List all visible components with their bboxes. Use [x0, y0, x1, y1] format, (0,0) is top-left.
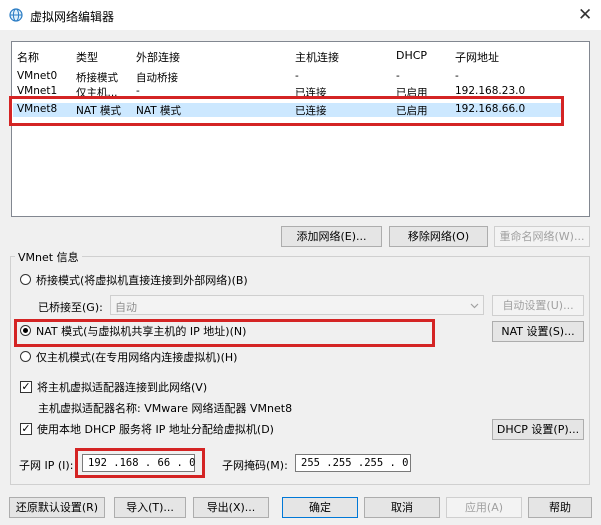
table-row-selected[interactable]: VMnet8 NAT 模式 NAT 模式 已连接 已启用 192.168.66.… — [13, 103, 563, 117]
dhcp-settings-button[interactable]: DHCP 设置(P)... — [492, 419, 584, 440]
apply-button[interactable]: 应用(A) — [446, 497, 522, 518]
cancel-button[interactable]: 取消 — [364, 497, 440, 518]
cell-external: - — [136, 85, 140, 97]
help-button[interactable]: 帮助 — [528, 497, 592, 518]
cell-type: NAT 模式 — [76, 105, 121, 117]
cell-host: 已连接 — [295, 87, 327, 99]
host-only-radio[interactable] — [20, 351, 31, 362]
nat-settings-button[interactable]: NAT 设置(S)... — [492, 321, 584, 342]
nat-radio[interactable] — [20, 325, 31, 336]
column-header-name[interactable]: 名称 — [17, 49, 39, 65]
cell-subnet: 192.168.23.0 — [455, 85, 526, 97]
adapter-name-text: 主机虚拟适配器名称: VMware 网络适配器 VMnet8 — [38, 402, 293, 415]
subnet-mask-label: 子网掩码(M): — [222, 459, 288, 472]
window-title: 虚拟网络编辑器 — [30, 10, 115, 24]
add-network-button[interactable]: 添加网络(E)... — [281, 226, 382, 247]
cell-name: VMnet1 — [17, 85, 58, 97]
bridged-to-select[interactable]: 自动 — [110, 295, 484, 315]
import-button[interactable]: 导入(T)... — [114, 497, 186, 518]
cell-subnet: 192.168.66.0 — [455, 103, 526, 115]
bridged-label[interactable]: 桥接模式(将虚拟机直接连接到外部网络)(B) — [36, 272, 248, 288]
auto-settings-button[interactable]: 自动设置(U)... — [492, 295, 584, 316]
rename-network-button[interactable]: 重命名网络(W)... — [494, 226, 590, 247]
column-header-subnet[interactable]: 子网地址 — [455, 49, 499, 65]
cell-subnet: - — [455, 70, 459, 82]
cell-name: VMnet8 — [17, 103, 58, 115]
vmnet-info-group — [10, 256, 590, 485]
column-header-dhcp[interactable]: DHCP — [396, 49, 427, 62]
table-row[interactable]: VMnet1 仅主机... - 已连接 已启用 192.168.23.0 — [13, 85, 563, 99]
chevron-down-icon — [470, 303, 479, 309]
nat-label[interactable]: NAT 模式(与虚拟机共享主机的 IP 地址)(N) — [36, 323, 246, 339]
cell-host: - — [295, 70, 299, 82]
connect-adapter-label[interactable]: 将主机虚拟适配器连接到此网络(V) — [37, 379, 207, 395]
column-header-external[interactable]: 外部连接 — [136, 49, 180, 65]
cell-type: 仅主机... — [76, 87, 118, 99]
subnet-ip-label: 子网 IP (I): — [19, 459, 74, 472]
bridged-radio[interactable] — [20, 274, 31, 285]
cell-type: 桥接模式 — [76, 72, 118, 84]
host-only-label[interactable]: 仅主机模式(在专用网络内连接虚拟机)(H) — [36, 349, 237, 365]
use-dhcp-checkbox[interactable]: ✓ — [20, 423, 32, 435]
cell-host: 已连接 — [295, 105, 327, 117]
column-header-host[interactable]: 主机连接 — [295, 49, 339, 65]
remove-network-button[interactable]: 移除网络(O) — [389, 226, 488, 247]
cell-external: 自动桥接 — [136, 72, 178, 84]
bridged-to-label: 已桥接至(G): — [38, 301, 103, 314]
restore-defaults-button[interactable]: 还原默认设置(R) — [9, 497, 105, 518]
cell-dhcp: 已启用 — [396, 87, 428, 99]
cell-name: VMnet0 — [17, 70, 58, 82]
cell-external: NAT 模式 — [136, 105, 181, 117]
connect-adapter-checkbox[interactable]: ✓ — [20, 381, 32, 393]
cell-dhcp: - — [396, 70, 400, 82]
export-button[interactable]: 导出(X)... — [193, 497, 269, 518]
cell-dhcp: 已启用 — [396, 105, 428, 117]
vmnet-info-title: VMnet 信息 — [15, 249, 82, 265]
table-row[interactable]: VMnet0 桥接模式 自动桥接 - - - — [13, 70, 563, 84]
bridged-to-value: 自动 — [115, 301, 137, 314]
close-icon[interactable]: ✕ — [578, 5, 592, 25]
column-header-type[interactable]: 类型 — [76, 49, 98, 65]
subnet-ip-field[interactable]: 192 .168 . 66 . 0 — [82, 454, 195, 472]
network-globe-icon — [9, 8, 23, 22]
ok-button[interactable]: 确定 — [282, 497, 358, 518]
use-dhcp-label[interactable]: 使用本地 DHCP 服务将 IP 地址分配给虚拟机(D) — [37, 421, 274, 437]
network-list[interactable]: 名称 类型 外部连接 主机连接 DHCP 子网地址 VMnet0 桥接模式 自动… — [11, 41, 590, 217]
subnet-mask-field[interactable]: 255 .255 .255 . 0 — [295, 454, 411, 472]
